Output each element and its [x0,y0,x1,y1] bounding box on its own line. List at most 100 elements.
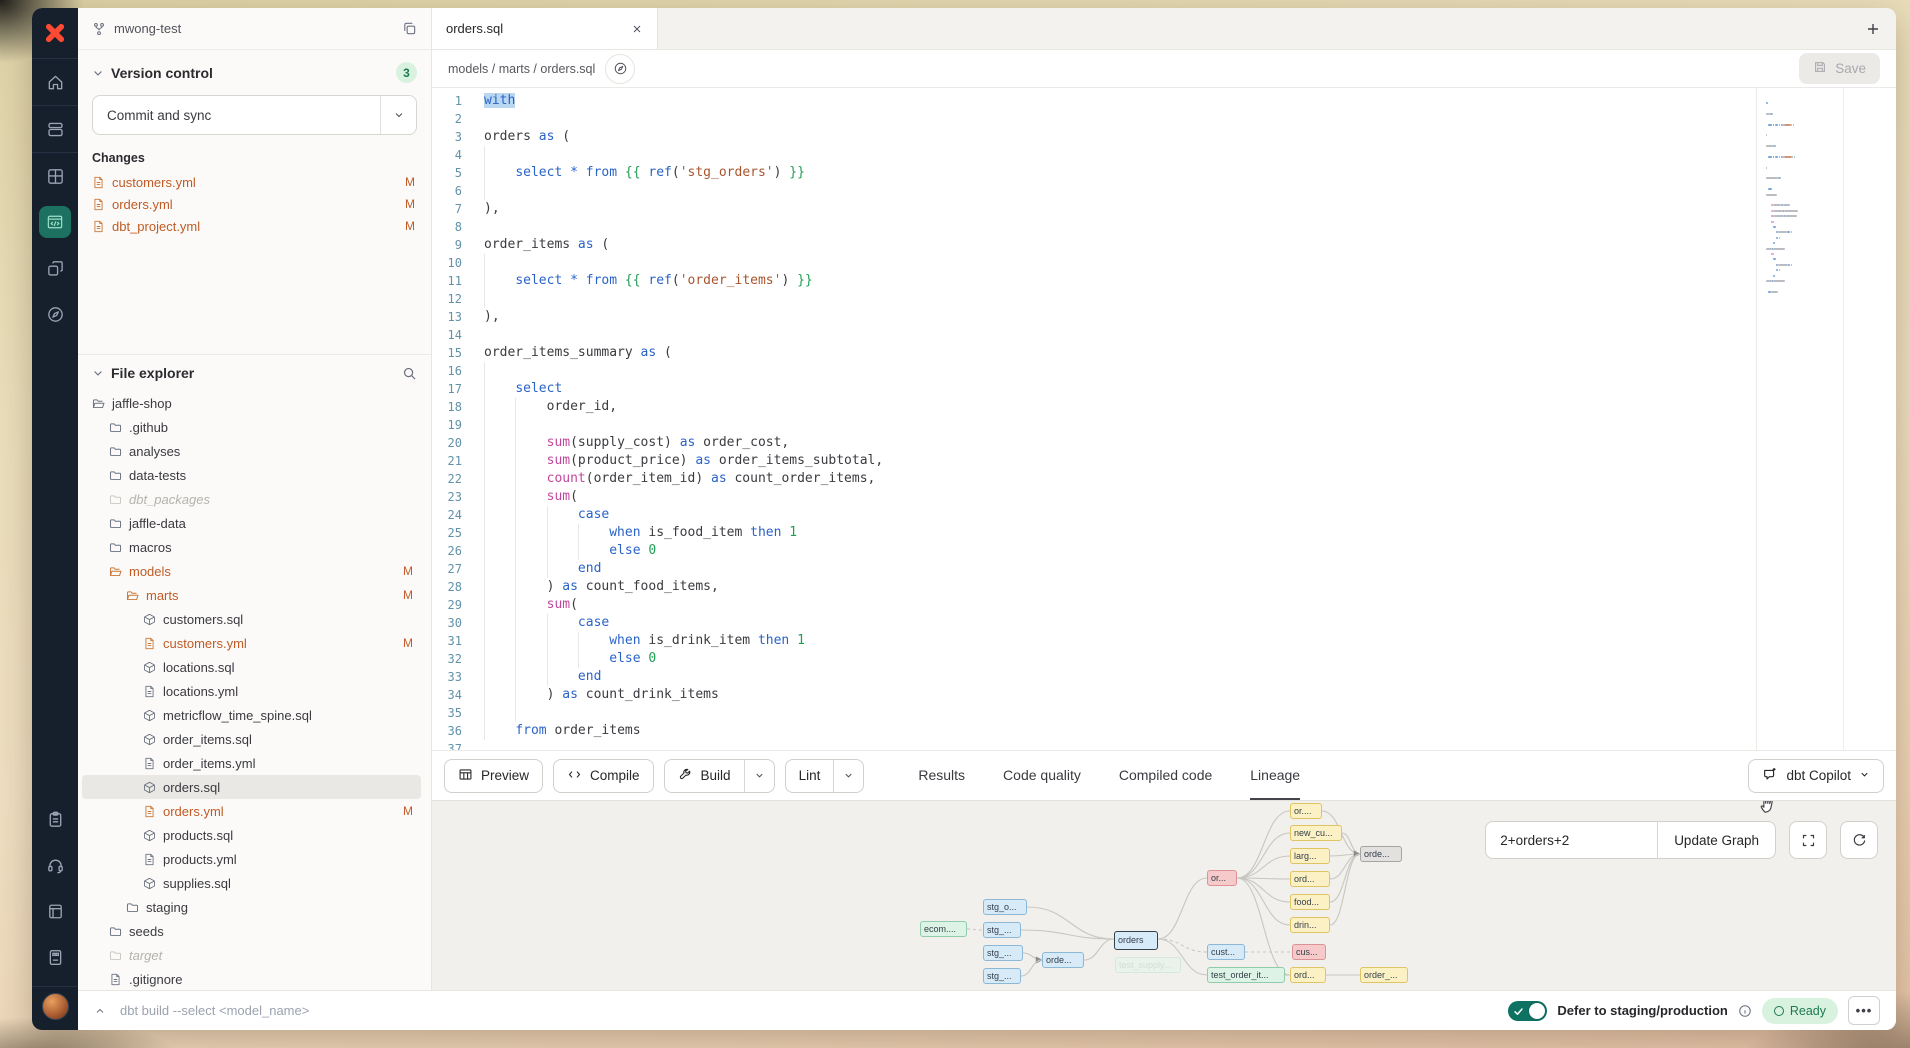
lineage-panel[interactable]: ecom....stg_o...stg_...stg_...stg_...ord… [432,800,1896,990]
fullscreen-button[interactable] [1789,821,1827,859]
compile-button[interactable]: Compile [553,759,654,793]
changelog-icon[interactable] [32,934,78,980]
lineage-node[interactable]: or... [1207,870,1237,886]
chevron-down-icon[interactable] [92,367,104,379]
navigate-lineage-icon[interactable] [605,54,635,84]
file-tree-item[interactable]: products.sql [82,823,421,847]
lineage-node[interactable]: ord... [1290,871,1330,887]
file-tree-item[interactable]: order_items.sql [82,727,421,751]
lineage-node[interactable]: larg... [1290,848,1330,864]
user-avatar[interactable] [42,993,69,1020]
lineage-node[interactable]: cus... [1292,944,1326,960]
dbt-logo[interactable] [32,8,78,58]
panel-tab-code-quality[interactable]: Code quality [1003,751,1081,801]
dashboard-grid-icon[interactable] [32,153,78,199]
file-tree-item[interactable]: .gitignore [82,967,421,990]
home-icon[interactable] [32,59,78,105]
lineage-node[interactable]: orde... [1360,846,1402,862]
preview-button[interactable]: Preview [444,759,543,793]
panel-tab-compiled-code[interactable]: Compiled code [1119,751,1212,801]
lineage-node[interactable]: test_order_it... [1207,967,1285,983]
code-editor[interactable]: 1with23orders as (45 select * from {{ re… [432,88,1896,750]
selector-input[interactable]: 2+orders+2 [1486,822,1658,858]
info-icon[interactable] [1738,1004,1752,1018]
change-item[interactable]: dbt_project.ymlM [92,215,417,237]
panel-tab-lineage[interactable]: Lineage [1250,751,1300,801]
file-tree-item[interactable]: orders.sql [82,775,421,799]
lint-dropdown-caret[interactable] [833,760,863,792]
lineage-node[interactable]: orders [1114,931,1158,950]
clipboard-icon[interactable] [32,796,78,842]
file-tree-item[interactable]: orders.ymlM [82,799,421,823]
file-tree-item[interactable]: jaffle-shop [82,391,421,415]
breadcrumb: models / marts / orders.sql [448,62,595,76]
file-tree-item[interactable]: dbt_packages [82,487,421,511]
update-graph-button[interactable]: Update Graph [1658,822,1775,858]
tab-orders-sql[interactable]: orders.sql [432,8,658,49]
lineage-node[interactable]: stg_o... [983,899,1027,915]
file-tree-item[interactable]: modelsM [82,559,421,583]
overflow-menu-button[interactable]: ••• [1848,996,1880,1025]
lineage-node[interactable]: cust... [1207,944,1245,960]
commit-dropdown-caret[interactable] [380,96,416,134]
lineage-node[interactable]: drin... [1290,917,1330,933]
ide-editor-icon[interactable] [32,199,78,245]
file-tree-item[interactable]: locations.yml [82,679,421,703]
file-tree-item[interactable]: target [82,943,421,967]
file-tree-item[interactable]: customers.sql [82,607,421,631]
explore-compass-icon[interactable] [32,291,78,337]
lineage-node[interactable]: stg_... [983,922,1021,938]
close-icon[interactable] [631,23,643,35]
file-tree-item[interactable]: products.yml [82,847,421,871]
commit-and-sync-button[interactable]: Commit and sync [92,95,417,135]
file-tree-item[interactable]: .github [82,415,421,439]
status-badge[interactable]: Ready [1762,998,1838,1024]
lineage-node[interactable]: food... [1290,894,1330,910]
file-tree-item[interactable]: analyses [82,439,421,463]
lineage-node[interactable]: new_cu... [1290,825,1342,841]
orchestration-icon[interactable] [32,245,78,291]
chevron-down-icon[interactable] [92,67,104,79]
search-icon[interactable] [402,366,417,381]
file-tree-item[interactable]: jaffle-data [82,511,421,535]
file-tree-item[interactable]: seeds [82,919,421,943]
change-item[interactable]: customers.ymlM [92,171,417,193]
lineage-node[interactable]: stg_... [983,945,1023,961]
file-tree-item[interactable]: metricflow_time_spine.sql [82,703,421,727]
lineage-node[interactable]: or.... [1290,803,1322,819]
file-tree-item[interactable]: customers.ymlM [82,631,421,655]
file-tree-item[interactable]: macros [82,535,421,559]
lint-button[interactable]: Lint [785,759,865,793]
file-tree-item[interactable]: staging [82,895,421,919]
file-tree-item[interactable]: locations.sql [82,655,421,679]
copy-icon[interactable] [402,21,417,36]
scrollbar-track[interactable] [1843,88,1844,750]
command-input[interactable]: dbt build --select <model_name> [120,1003,309,1018]
file-tree-item[interactable]: data-tests [82,463,421,487]
file-tree-item[interactable]: order_items.yml [82,751,421,775]
save-button[interactable]: Save [1799,53,1880,84]
chevron-up-icon[interactable] [94,1005,106,1017]
copilot-dropdown-caret[interactable] [1859,768,1870,783]
lineage-node[interactable]: ord... [1290,967,1326,983]
new-tab-button[interactable] [1850,8,1896,49]
lineage-node[interactable]: orde... [1042,952,1084,968]
change-item[interactable]: orders.ymlM [92,193,417,215]
lineage-node[interactable]: ecom.... [920,921,967,937]
refresh-button[interactable] [1840,821,1878,859]
build-button[interactable]: Build [664,759,775,793]
lineage-node[interactable]: order_... [1360,967,1408,983]
file-tree-item[interactable]: martsM [82,583,421,607]
layers-icon[interactable] [32,106,78,152]
minimap[interactable] [1766,102,1834,301]
panel-tab-results[interactable]: Results [918,751,965,801]
support-headset-icon[interactable] [32,842,78,888]
lineage-node[interactable]: stg_... [983,968,1021,984]
build-dropdown-caret[interactable] [744,760,774,792]
result-panel-tabs: Results Code quality Compiled code Lineage [918,751,1300,801]
lineage-node[interactable]: test_supply... [1115,957,1181,973]
file-tree-item[interactable]: supplies.sql [82,871,421,895]
defer-toggle[interactable] [1508,1001,1547,1021]
docs-icon[interactable] [32,888,78,934]
dbt-copilot-button[interactable]: dbt Copilot [1748,759,1884,793]
